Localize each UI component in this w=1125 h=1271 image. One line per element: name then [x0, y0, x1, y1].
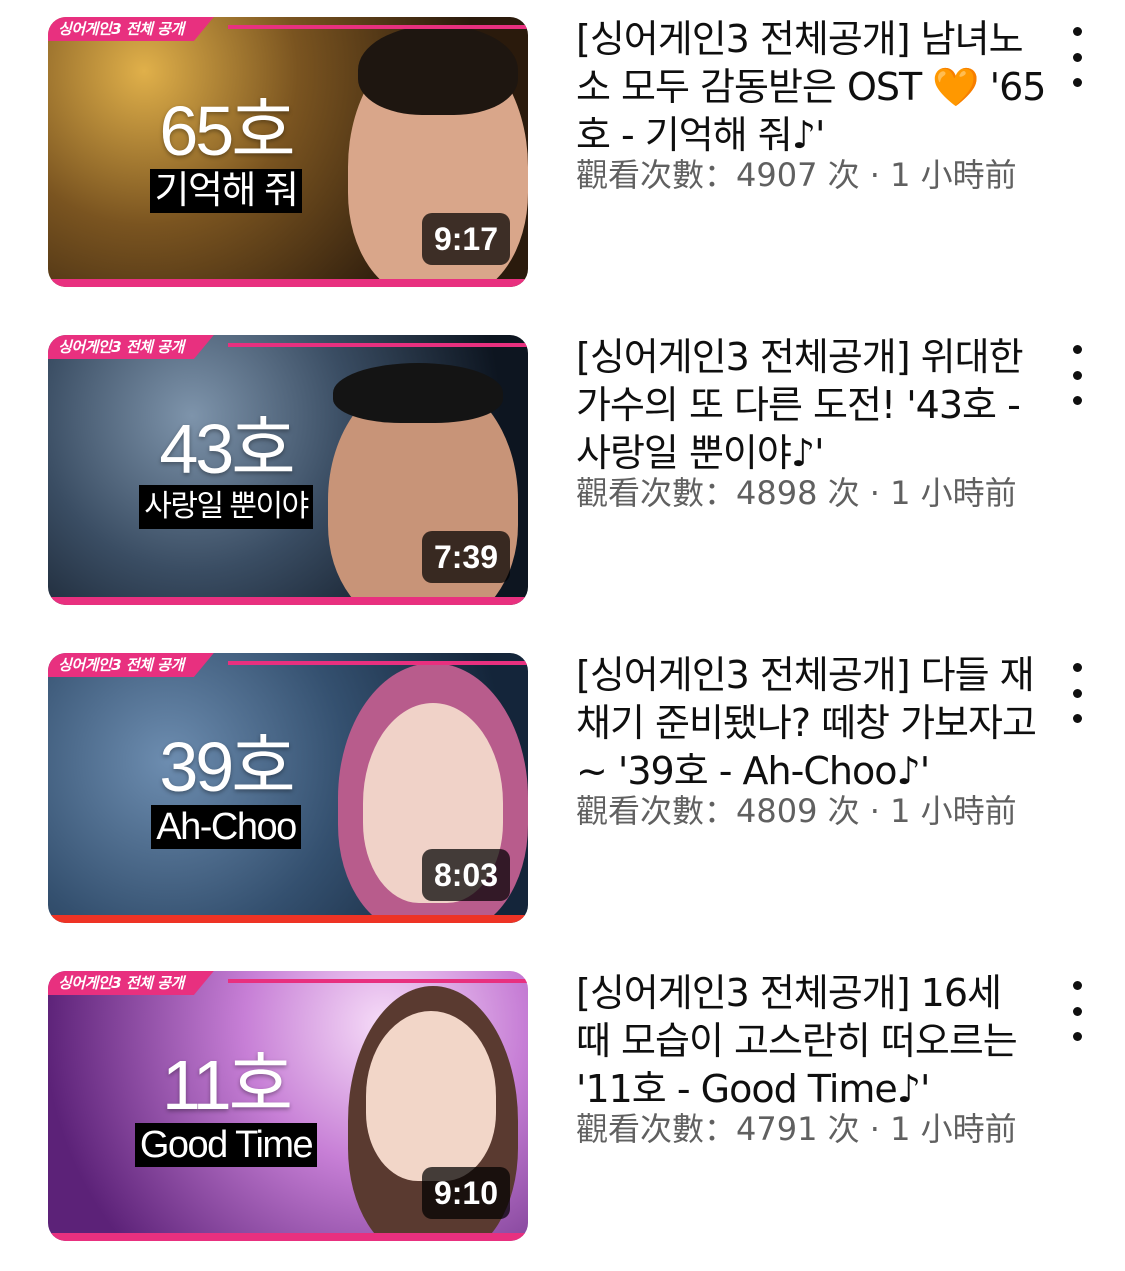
- contestant-number: 43호: [159, 410, 295, 488]
- video-title[interactable]: [싱어게인3 전체공개] 16세 때 모습이 고스란히 떠오르는 '11호 - …: [576, 969, 1046, 1113]
- contestant-number: 11호: [161, 1046, 293, 1124]
- video-thumbnail[interactable]: 싱어게인3 전체 공개 11호 Good Time 9:10: [48, 971, 528, 1241]
- show-banner: 싱어게인3 전체 공개: [48, 17, 214, 41]
- duration-badge: 9:10: [421, 1167, 510, 1219]
- banner-line: [228, 343, 528, 347]
- video-item[interactable]: 싱어게인3 전체 공개 39호 Ah-Choo 8:03 [싱어게인3 전체공개…: [0, 653, 1125, 925]
- progress-bar: [48, 597, 528, 605]
- duration-badge: 7:39: [421, 531, 510, 583]
- contestant-number: 39호: [159, 728, 295, 806]
- video-meta: 觀看次數：4898 次 · 1 小時前: [576, 474, 1017, 512]
- video-meta: 觀看次數：4907 次 · 1 小時前: [576, 156, 1017, 194]
- banner-line: [228, 25, 528, 29]
- video-title[interactable]: [싱어게인3 전체공개] 다들 재채기 준비됐나? 떼창 가보자고~ '39호 …: [576, 651, 1046, 795]
- more-options-icon[interactable]: [1062, 27, 1092, 87]
- video-meta: 觀看次數：4791 次 · 1 小時前: [576, 1110, 1017, 1148]
- song-title: 사랑일 뿐이야: [139, 485, 313, 529]
- duration-badge: 8:03: [421, 849, 510, 901]
- song-title: Good Time: [134, 1123, 318, 1167]
- show-banner: 싱어게인3 전체 공개: [48, 335, 214, 359]
- video-thumbnail[interactable]: 싱어게인3 전체 공개 39호 Ah-Choo 8:03: [48, 653, 528, 923]
- progress-bar: [48, 279, 528, 287]
- more-options-icon[interactable]: [1062, 981, 1092, 1041]
- contestant-number: 65호: [159, 92, 295, 170]
- banner-line: [228, 661, 528, 665]
- show-banner: 싱어게인3 전체 공개: [48, 653, 214, 677]
- video-item[interactable]: 싱어게인3 전체 공개 43호 사랑일 뿐이야 7:39 [싱어게인3 전체공개…: [0, 335, 1125, 607]
- duration-badge: 9:17: [421, 213, 510, 265]
- banner-line: [228, 979, 528, 983]
- more-options-icon[interactable]: [1062, 663, 1092, 723]
- show-banner: 싱어게인3 전체 공개: [48, 971, 214, 995]
- more-options-icon[interactable]: [1062, 345, 1092, 405]
- song-title: 기억해 줘: [149, 169, 303, 213]
- video-meta: 觀看次數：4809 次 · 1 小時前: [576, 792, 1017, 830]
- video-title[interactable]: [싱어게인3 전체공개] 위대한 가수의 또 다른 도전! '43호 - 사랑일…: [576, 333, 1046, 477]
- video-item[interactable]: 싱어게인3 전체 공개 11호 Good Time 9:10 [싱어게인3 전체…: [0, 971, 1125, 1243]
- progress-bar: [48, 915, 528, 923]
- progress-bar: [48, 1233, 528, 1241]
- video-thumbnail[interactable]: 싱어게인3 전체 공개 43호 사랑일 뿐이야 7:39: [48, 335, 528, 605]
- video-thumbnail[interactable]: 싱어게인3 전체 공개 65호 기억해 줘 9:17: [48, 17, 528, 287]
- video-title[interactable]: [싱어게인3 전체공개] 남녀노소 모두 감동받은 OST 🧡 '65호 - 기…: [576, 15, 1046, 159]
- video-item[interactable]: 싱어게인3 전체 공개 65호 기억해 줘 9:17 [싱어게인3 전체공개] …: [0, 17, 1125, 289]
- song-title: Ah-Choo: [151, 805, 301, 849]
